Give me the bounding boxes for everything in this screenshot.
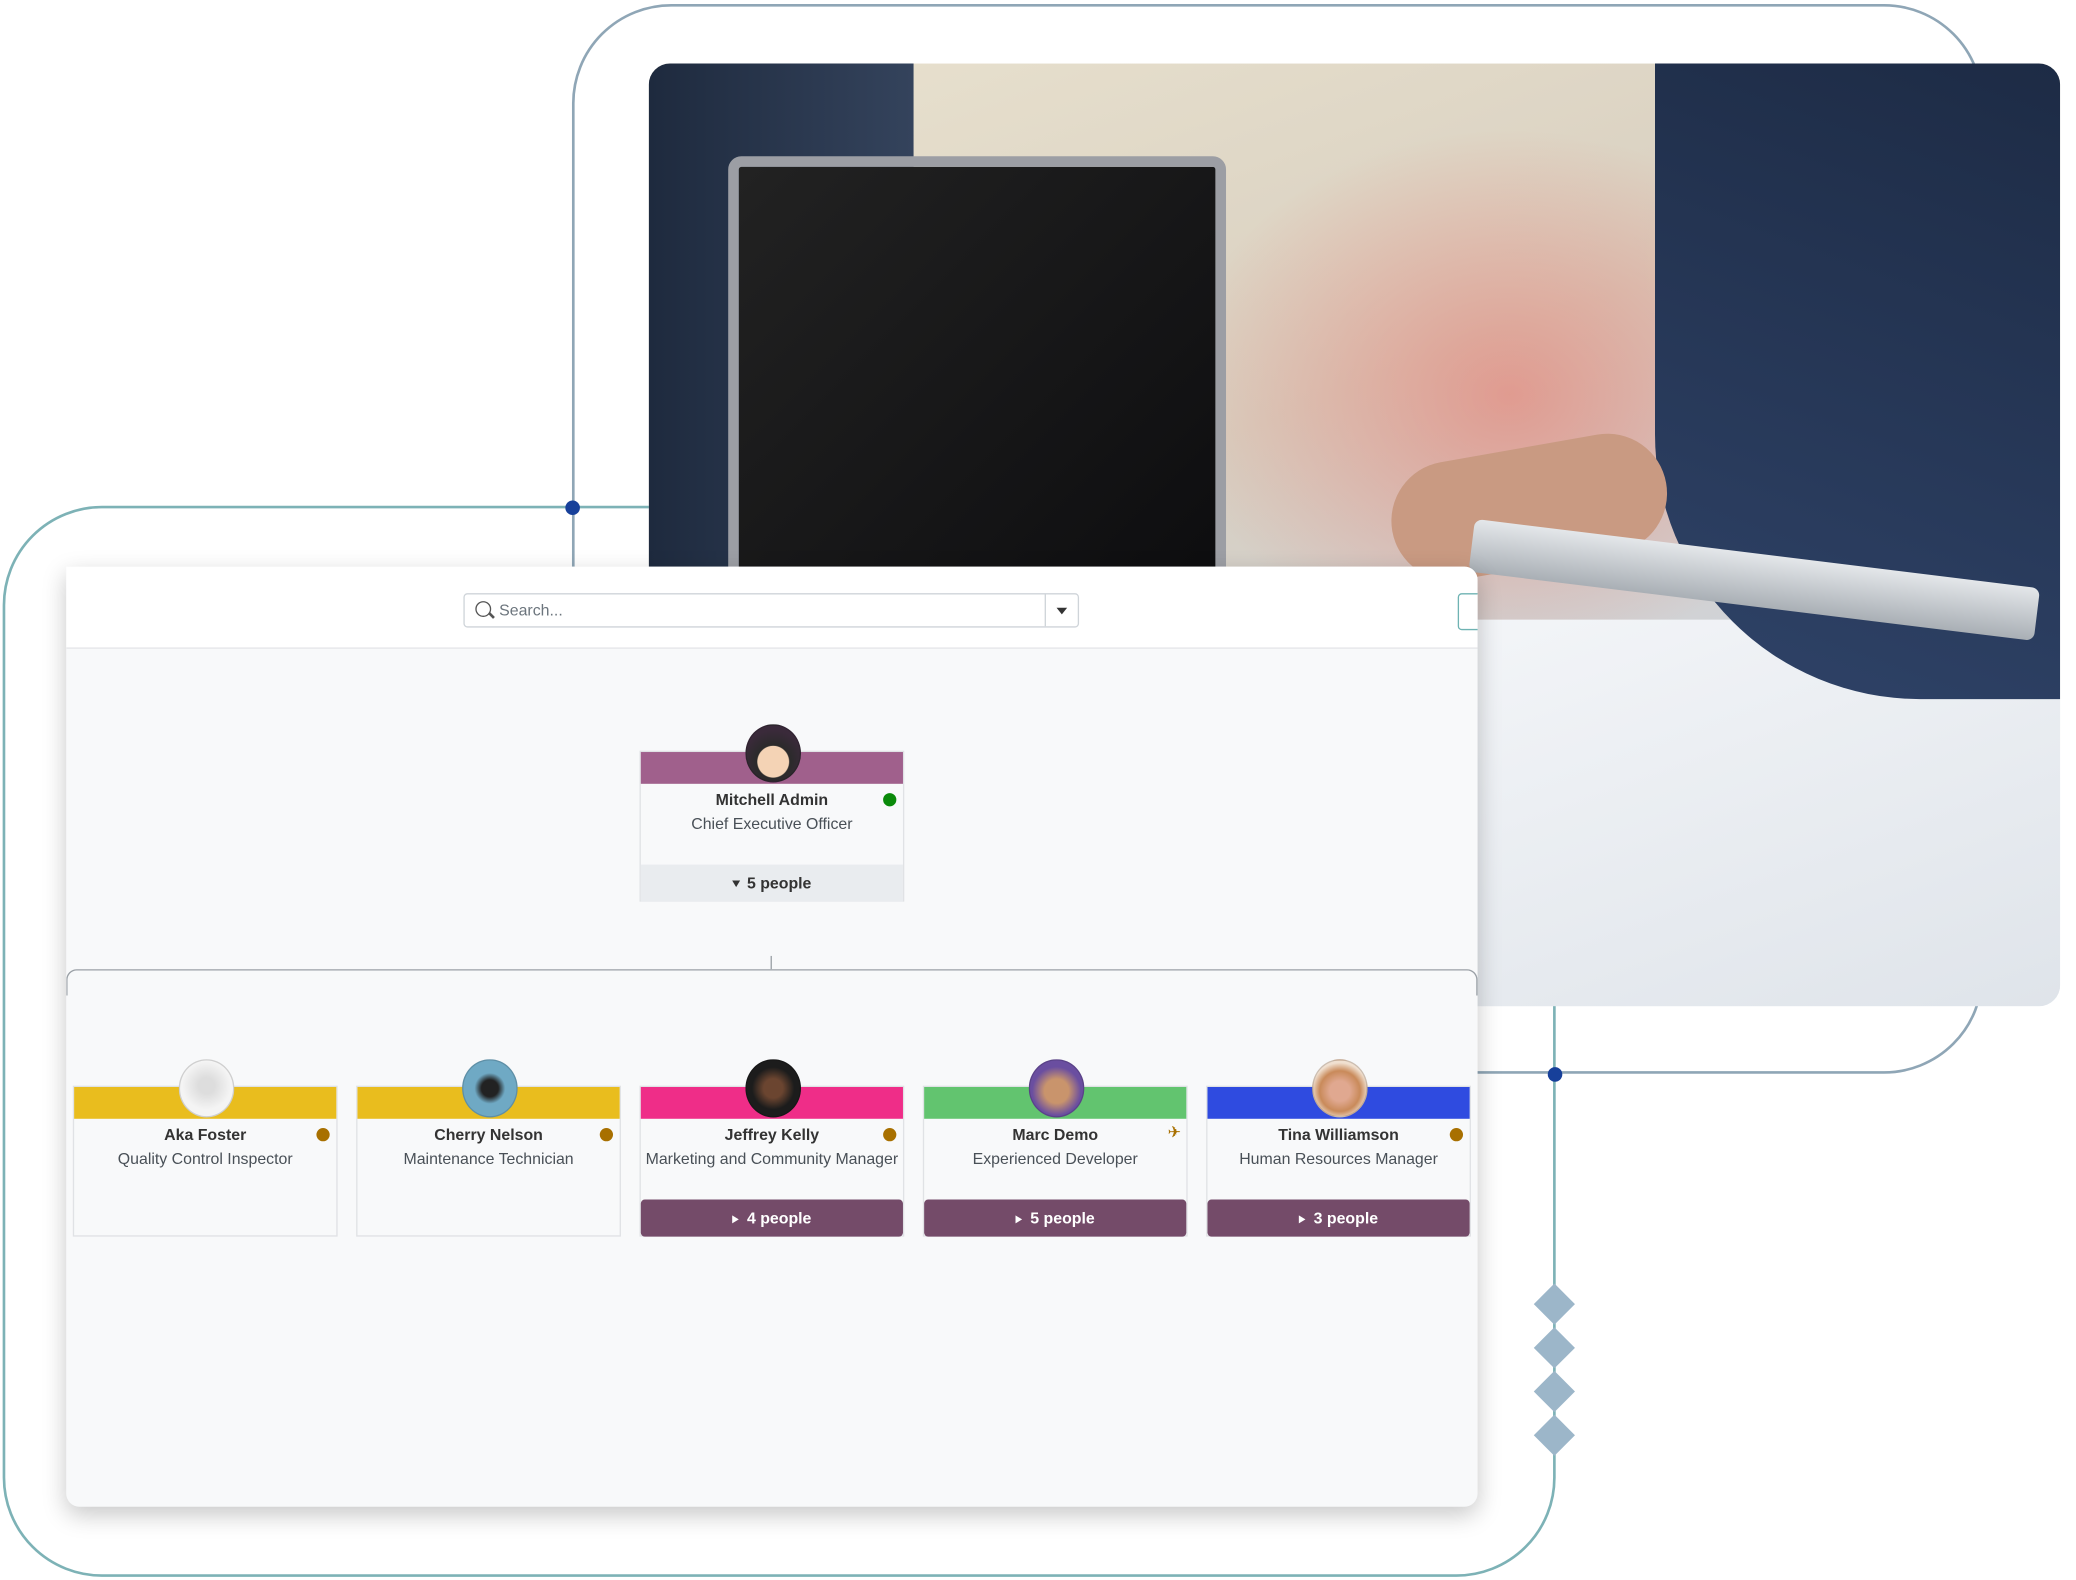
avatar <box>745 724 802 783</box>
status-away-icon <box>1449 1128 1464 1142</box>
status-away-icon <box>316 1128 330 1142</box>
employee-card[interactable]: Cherry Nelson Maintenance Technician <box>356 1059 621 1237</box>
employee-card[interactable]: Tina Williamson Human Resources Manager … <box>1206 1059 1471 1237</box>
caret-right-icon <box>1299 1215 1306 1224</box>
employee-name[interactable]: Aka Foster <box>74 1125 336 1144</box>
reports-expand-button[interactable]: 3 people <box>1207 1199 1470 1237</box>
employee-name[interactable]: Cherry Nelson <box>357 1125 619 1144</box>
reports-count: 5 people <box>746 873 812 893</box>
job-title: Human Resources Manager <box>1239 1149 1438 1168</box>
employee-name[interactable]: Jeffrey Kelly <box>641 1125 903 1144</box>
marker-dot <box>565 500 580 516</box>
avatar <box>178 1059 235 1118</box>
employee-card[interactable]: Aka Foster Quality Control Inspector <box>72 1059 338 1237</box>
job-title: Quality Control Inspector <box>117 1149 293 1168</box>
search-icon <box>475 601 492 617</box>
reports-count: 4 people <box>746 1208 812 1228</box>
employee-name[interactable]: Marc Demo <box>924 1125 1186 1144</box>
control-panel <box>66 566 1478 649</box>
connector-line <box>770 955 772 970</box>
employee-card[interactable]: Marc Demo ✈ Experienced Developer 5 peop… <box>922 1059 1188 1237</box>
caret-right-icon <box>732 1215 739 1224</box>
avatar <box>462 1059 518 1118</box>
employee-name[interactable]: Mitchell Admin <box>641 790 903 809</box>
photo-laptop <box>728 156 1227 602</box>
employee-card[interactable]: Jeffrey Kelly Marketing and Community Ma… <box>639 1059 905 1237</box>
marker-dot <box>1547 1067 1563 1082</box>
status-away-icon <box>599 1128 614 1142</box>
job-title: Chief Executive Officer <box>691 814 853 833</box>
avatar <box>1312 1059 1368 1118</box>
reports-expand-button[interactable]: 4 people <box>640 1199 903 1237</box>
status-online-icon <box>883 793 897 807</box>
reports-toggle-button[interactable]: 5 people <box>640 864 903 902</box>
search-options-dropdown-toggle[interactable] <box>1044 594 1078 627</box>
reports-count: 3 people <box>1313 1208 1379 1228</box>
avatar <box>1028 1059 1085 1118</box>
employee-name[interactable]: Tina Williamson <box>1207 1125 1469 1144</box>
avatar <box>745 1059 802 1118</box>
job-title: Experienced Developer <box>972 1149 1138 1168</box>
caret-right-icon <box>1015 1215 1023 1224</box>
job-title: Maintenance Technician <box>403 1149 574 1168</box>
status-away-icon <box>883 1128 897 1142</box>
search-input[interactable] <box>499 598 1042 623</box>
plane-icon: ✈ <box>1167 1122 1182 1142</box>
reports-count: 5 people <box>1030 1208 1095 1228</box>
employee-card-root[interactable]: Mitchell Admin Chief Executive Officer 5… <box>639 724 905 902</box>
caret-down-icon <box>732 880 741 888</box>
job-title: Marketing and Community Manager <box>645 1149 899 1168</box>
org-chart-app: Mitchell Admin Chief Executive Officer 5… <box>66 566 1478 1507</box>
connector-line <box>66 969 1478 996</box>
search-bar[interactable] <box>463 593 1080 628</box>
side-panel-button[interactable] <box>1457 593 1478 631</box>
reports-expand-button[interactable]: 5 people <box>924 1199 1187 1237</box>
